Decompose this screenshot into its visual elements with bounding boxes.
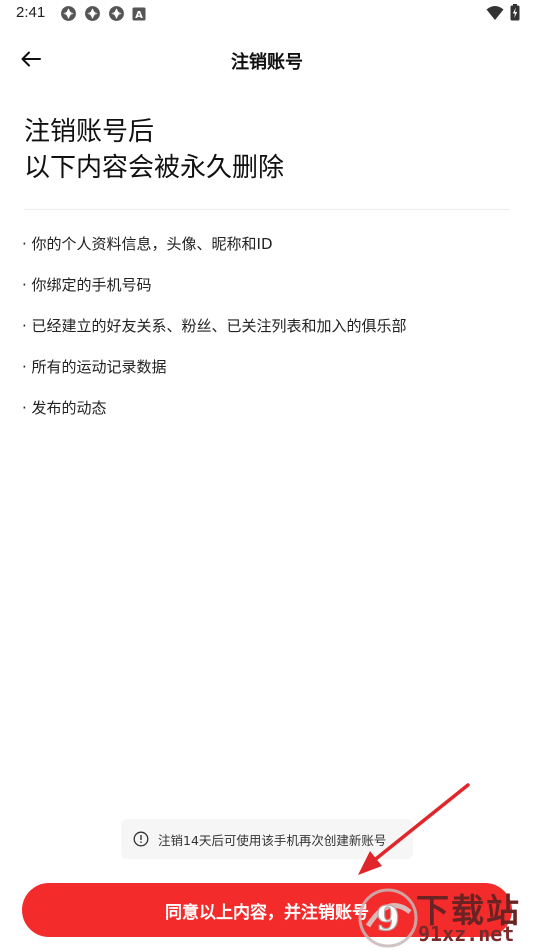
notification-icons: A [60, 5, 146, 22]
info-circle-icon [133, 831, 149, 847]
wifi-icon [486, 5, 504, 20]
app-notification-icon [109, 6, 124, 21]
notice-banner: 注销14天后可使用该手机再次创建新账号 [121, 819, 413, 859]
headline-line-1: 注销账号后 [24, 117, 155, 147]
app-bar: 注销账号 [0, 36, 534, 82]
headline-line-2: 以下内容会被永久删除 [24, 153, 285, 183]
app-notification-icon [85, 6, 100, 21]
battery-charging-icon [510, 4, 520, 21]
svg-text:A: A [135, 10, 143, 21]
watermark-logo: 9 [358, 888, 418, 948]
app-notification-icon [61, 6, 76, 21]
svg-text:9: 9 [376, 899, 400, 939]
status-time: 2:41 [16, 4, 46, 21]
list-item: · 你绑定的手机号码 [22, 276, 152, 294]
watermark-domain: 91xz.net [418, 922, 515, 946]
headline: 注销账号后 以下内容会被永久删除 [24, 114, 284, 186]
watermark: 9 下载站 91xz.net [356, 878, 528, 950]
list-item: · 所有的运动记录数据 [22, 358, 167, 376]
list-item: · 发布的动态 [22, 399, 107, 417]
notice-text: 注销14天后可使用该手机再次创建新账号 [158, 832, 387, 848]
deletion-items-list: · 你的个人资料信息，头像、昵称和ID · 你绑定的手机号码 · 已经建立的好友… [22, 233, 407, 438]
system-icons [486, 4, 520, 21]
divider [24, 209, 510, 210]
page-title: 注销账号 [231, 52, 303, 73]
list-item: · 你的个人资料信息，头像、昵称和ID [22, 235, 273, 253]
list-item: · 已经建立的好友关系、粉丝、已关注列表和加入的俱乐部 [22, 317, 407, 335]
status-bar: 2:41 A [0, 0, 534, 28]
a-letter-icon: A [132, 7, 146, 21]
